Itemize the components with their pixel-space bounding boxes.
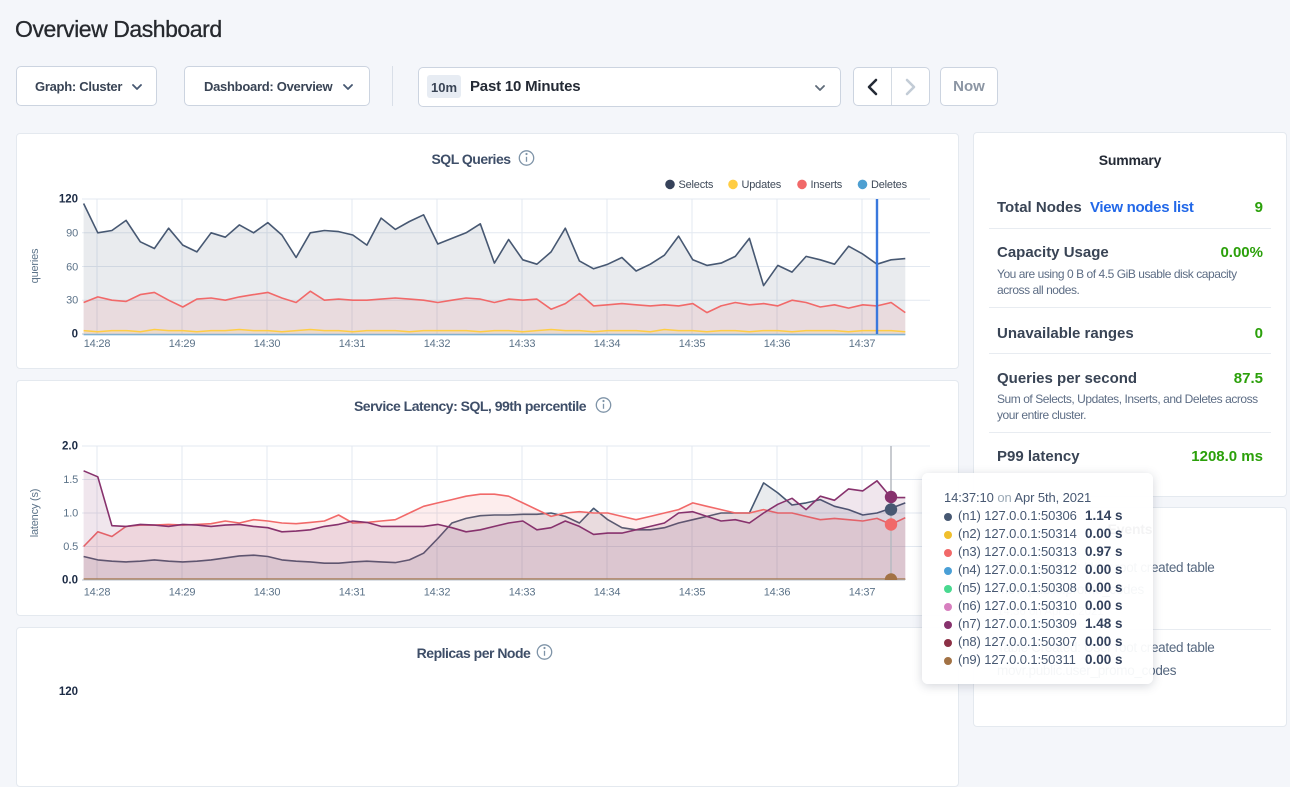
svg-text:14:37: 14:37 [849, 338, 876, 350]
svg-text:Updates: Updates [742, 179, 782, 191]
svg-text:Selects: Selects [679, 179, 714, 191]
svg-text:Inserts: Inserts [811, 179, 843, 191]
svg-text:90: 90 [66, 228, 78, 240]
svg-text:0.5: 0.5 [63, 541, 78, 553]
svg-text:14:31: 14:31 [339, 338, 366, 350]
svg-text:14:30: 14:30 [254, 587, 281, 599]
svg-text:Replicas per Node: Replicas per Node [417, 645, 531, 661]
svg-text:14:35: 14:35 [679, 338, 706, 350]
svg-text:14:31: 14:31 [339, 587, 366, 599]
svg-text:SQL Queries: SQL Queries [431, 151, 511, 167]
svg-text:14:32: 14:32 [424, 338, 451, 350]
svg-text:60: 60 [66, 262, 78, 274]
svg-text:0.0: 0.0 [62, 575, 78, 587]
svg-text:1.5: 1.5 [63, 474, 78, 486]
svg-text:14:33: 14:33 [509, 587, 536, 599]
svg-text:14:36: 14:36 [764, 587, 791, 599]
svg-text:Deletes: Deletes [871, 179, 908, 191]
svg-text:Service Latency: SQL, 99th per: Service Latency: SQL, 99th percentile [354, 398, 587, 414]
svg-text:14:34: 14:34 [594, 587, 621, 599]
svg-text:14:29: 14:29 [169, 587, 196, 599]
svg-text:14:34: 14:34 [594, 338, 621, 350]
svg-text:14:37: 14:37 [849, 587, 876, 599]
svg-text:120: 120 [59, 194, 78, 206]
svg-text:1.0: 1.0 [63, 508, 78, 520]
svg-text:queries: queries [29, 248, 41, 283]
svg-text:14:28: 14:28 [84, 338, 111, 350]
svg-text:14:36: 14:36 [764, 338, 791, 350]
svg-text:14:32: 14:32 [424, 587, 451, 599]
svg-text:latency (s): latency (s) [29, 489, 41, 538]
svg-text:2.0: 2.0 [62, 441, 78, 453]
svg-text:14:35: 14:35 [679, 587, 706, 599]
svg-text:14:28: 14:28 [84, 587, 111, 599]
svg-text:14:33: 14:33 [509, 338, 536, 350]
svg-text:14:29: 14:29 [169, 338, 196, 350]
svg-text:0: 0 [72, 329, 78, 341]
svg-text:30: 30 [66, 295, 78, 307]
svg-text:14:30: 14:30 [254, 338, 281, 350]
